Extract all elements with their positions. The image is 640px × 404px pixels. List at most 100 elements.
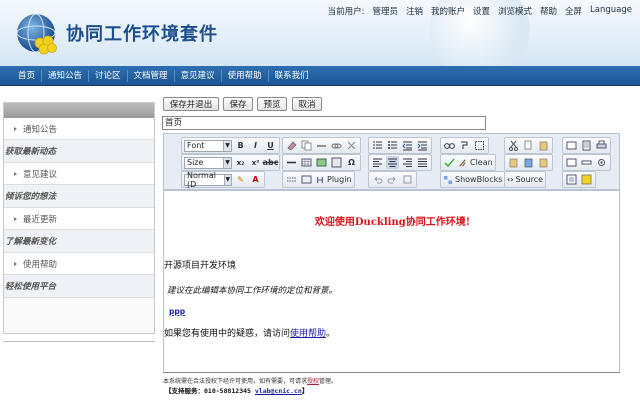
form-icon[interactable]: [565, 156, 578, 169]
nav-contact[interactable]: 联系我们: [269, 70, 315, 82]
sidebar-divider: [3, 341, 155, 342]
preview-icon[interactable]: [565, 139, 578, 152]
undo-icon[interactable]: [371, 173, 384, 186]
nav-notices[interactable]: 通知公告: [42, 69, 90, 82]
sidebar-desc: 了解最新变化: [4, 230, 154, 253]
fullscreen-link[interactable]: 全屏: [565, 5, 582, 17]
redo-icon[interactable]: [386, 173, 399, 186]
bold-button[interactable]: B: [234, 139, 247, 152]
format-select[interactable]: Normal (D ▼: [184, 171, 232, 189]
nav-help[interactable]: 使用帮助: [222, 69, 269, 82]
numbered-list-icon[interactable]: [371, 139, 384, 152]
size-select[interactable]: Size ▼: [184, 156, 232, 169]
copy-icon[interactable]: [300, 139, 313, 152]
nav-suggestions[interactable]: 意见建议: [175, 69, 222, 82]
my-account-link[interactable]: 我的账户: [431, 5, 465, 17]
editor-content[interactable]: 欢迎使用Duckling协同工作环境! 开源项目开发环境 建议在此编辑本协同工作…: [163, 190, 620, 373]
paste-text-icon[interactable]: [507, 156, 520, 169]
plugin-button[interactable]: Plugin: [315, 175, 352, 185]
logout-link[interactable]: 注销: [406, 5, 423, 17]
toolbar-group-plugin: Plugin: [282, 171, 355, 188]
bg-color-icon[interactable]: ✎: [234, 173, 247, 186]
text-color-icon[interactable]: A: [249, 173, 262, 186]
anchor-icon[interactable]: [345, 139, 358, 152]
spellcheck-icon[interactable]: [443, 156, 456, 169]
find-icon[interactable]: [443, 139, 456, 152]
toolbar-group-edit: [282, 137, 361, 154]
help-paragraph: 如果您有使用中的疑惑，请访问使用帮助。: [164, 329, 336, 339]
settings-link[interactable]: 设置: [473, 5, 490, 17]
print-icon[interactable]: [595, 139, 608, 152]
smiley-icon[interactable]: [580, 173, 593, 186]
admin-link[interactable]: 管理员: [372, 5, 398, 17]
cancel-button[interactable]: 取消: [292, 97, 322, 111]
source-button[interactable]: ‹› Source: [507, 175, 543, 184]
omega-icon[interactable]: Ω: [345, 156, 358, 169]
browse-mode-link[interactable]: 浏览模式: [498, 5, 532, 17]
paste-icon[interactable]: [537, 139, 550, 152]
support-email-link[interactable]: vlab@cnic.cn: [255, 387, 302, 395]
page-title-input[interactable]: 首页: [162, 116, 486, 130]
sidebar-item-label: 使用帮助: [23, 259, 58, 270]
preview-button[interactable]: 预览: [257, 97, 287, 111]
eraser-icon[interactable]: [285, 139, 298, 152]
align-left-icon[interactable]: [371, 156, 384, 169]
nav-forum[interactable]: 讨论区: [89, 69, 128, 82]
toolbar-group-form: [562, 154, 611, 171]
indent-icon[interactable]: [416, 139, 429, 152]
nav-home[interactable]: 首页: [12, 69, 43, 82]
link-icon[interactable]: [315, 139, 328, 152]
italic-button[interactable]: I: [249, 139, 262, 152]
template-icon[interactable]: [580, 139, 593, 152]
replace-icon[interactable]: [458, 139, 471, 152]
nav-documents[interactable]: 文档管理: [128, 69, 175, 82]
outdent-icon[interactable]: [401, 139, 414, 152]
copy-icon[interactable]: [522, 139, 535, 152]
strike-button[interactable]: abc: [263, 156, 279, 169]
footer-notice: 本系统需在合法授权下经许可使用，如有需要，可请求授权管理。: [163, 378, 338, 385]
select-all-icon[interactable]: [473, 139, 486, 152]
image-icon[interactable]: [315, 156, 328, 169]
sidebar-item-suggestions[interactable]: 意见建议: [4, 163, 154, 185]
table-icon[interactable]: [300, 156, 313, 169]
superscript-button[interactable]: x²: [249, 156, 262, 169]
sidebar-desc: 倾诉您的想法: [4, 185, 154, 208]
justify-icon[interactable]: [416, 156, 429, 169]
textfield-icon[interactable]: [580, 156, 593, 169]
save-button[interactable]: 保存: [223, 97, 253, 111]
paste-special-icon[interactable]: [537, 156, 550, 169]
radio-icon[interactable]: [595, 156, 608, 169]
bullet-list-icon[interactable]: [386, 139, 399, 152]
unlink-icon[interactable]: [330, 139, 343, 152]
underline-button[interactable]: U: [264, 139, 277, 152]
horizontal-rule-icon[interactable]: [285, 156, 298, 169]
clean-button[interactable]: Clean: [458, 158, 493, 168]
ppp-link[interactable]: ppp: [169, 307, 185, 316]
cut-icon[interactable]: [507, 139, 520, 152]
pagebreak-icon[interactable]: [285, 173, 298, 186]
paste-word-icon[interactable]: [522, 156, 535, 169]
chevron-down-icon: ▼: [223, 157, 231, 168]
language-link[interactable]: Language: [590, 5, 632, 17]
current-user-label: 当前用户:: [327, 7, 365, 17]
align-center-icon[interactable]: [386, 156, 399, 169]
sidebar-item-notices[interactable]: 通知公告: [4, 118, 154, 140]
font-select[interactable]: Font ▼: [184, 139, 232, 152]
sidebar-item-label: 意见建议: [23, 169, 58, 180]
maximize-icon[interactable]: [565, 173, 578, 186]
sidebar-item-help[interactable]: 使用帮助: [4, 253, 154, 275]
flash-icon[interactable]: [330, 156, 343, 169]
help-link[interactable]: 帮助: [540, 5, 557, 17]
blockquote-icon[interactable]: [401, 173, 414, 186]
bullet-icon: [14, 171, 17, 176]
toolbar-group-find: [440, 137, 489, 154]
save-exit-button[interactable]: 保存并退出: [163, 97, 219, 111]
align-right-icon[interactable]: [401, 156, 414, 169]
bullet-icon: [14, 216, 17, 221]
div-icon[interactable]: [300, 173, 313, 186]
sidebar-item-recent[interactable]: 最近更新: [4, 208, 154, 230]
authorize-link[interactable]: 授权: [307, 378, 319, 385]
help-link[interactable]: 使用帮助: [290, 329, 326, 339]
subscript-button[interactable]: x₂: [234, 156, 247, 169]
showblocks-button[interactable]: ShowBlocks: [443, 175, 502, 185]
